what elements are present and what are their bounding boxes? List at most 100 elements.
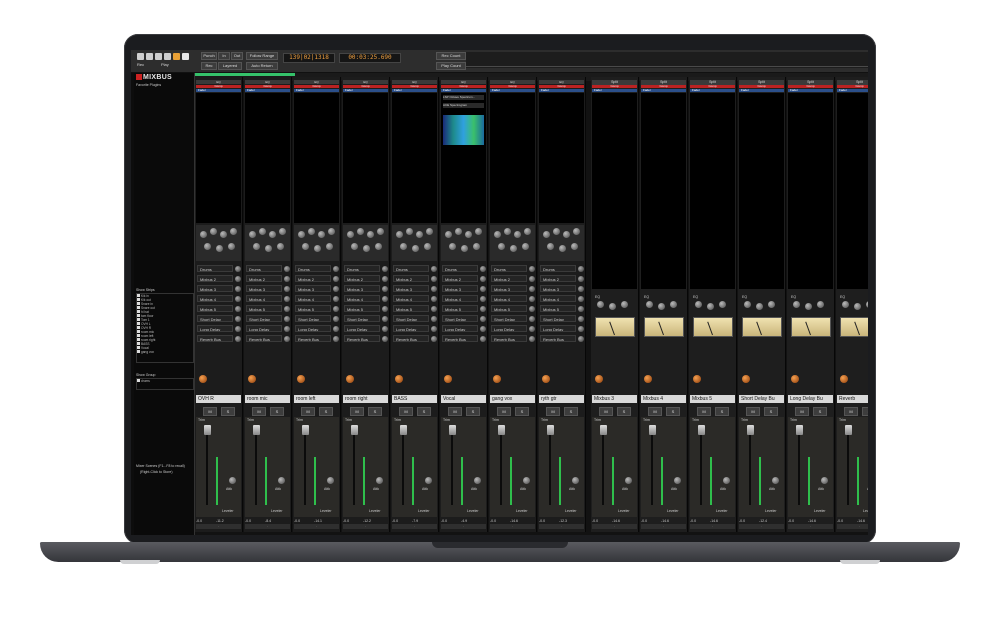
plugin-box[interactable]	[294, 93, 339, 223]
fader-plugin[interactable]: Fader	[641, 89, 686, 92]
send-level-knob[interactable]	[284, 286, 290, 292]
fader-cap[interactable]	[845, 425, 852, 435]
automation-button[interactable]: ·	[592, 524, 637, 529]
send-level-knob[interactable]	[382, 286, 388, 292]
bus-eq-knob[interactable]	[597, 301, 604, 308]
send-button[interactable]: Reverb Bus	[491, 335, 527, 342]
mute-button[interactable]: M	[546, 407, 560, 416]
eq-knob[interactable]	[318, 231, 325, 238]
solo-button[interactable]: S	[466, 407, 480, 416]
zoom-tool-icon[interactable]	[164, 53, 171, 60]
pan-knob[interactable]	[346, 375, 354, 383]
gain-knob[interactable]	[821, 477, 828, 484]
eq-knob[interactable]	[465, 231, 472, 238]
send-level-knob[interactable]	[382, 296, 388, 302]
bus-eq-knob[interactable]	[768, 301, 775, 308]
send-level-knob[interactable]	[333, 306, 339, 312]
send-button[interactable]: Mixbus 2	[197, 275, 233, 282]
send-button[interactable]: Mixbus 3	[197, 285, 233, 292]
send-level-knob[interactable]	[431, 276, 437, 282]
eq-knob[interactable]	[351, 243, 358, 250]
send-level-knob[interactable]	[431, 266, 437, 272]
fader-plugin[interactable]: Fader	[343, 89, 388, 92]
checkbox[interactable]	[137, 338, 140, 341]
bus-eq-knob[interactable]	[695, 301, 702, 308]
send-level-knob[interactable]	[235, 316, 241, 322]
plugin-box[interactable]	[641, 93, 686, 289]
eq-knob[interactable]	[563, 231, 570, 238]
plugin-slot-spectrum[interactable]: LSP Octave Spectrum...	[443, 95, 484, 100]
eq-knob[interactable]	[514, 231, 521, 238]
bus-eq-knob[interactable]	[707, 303, 714, 310]
cut-tool-icon[interactable]	[155, 53, 162, 60]
send-button[interactable]: Mixbus 5	[393, 305, 429, 312]
send-button[interactable]: Long Delay	[491, 325, 527, 332]
solo-button[interactable]: S	[368, 407, 382, 416]
send-button[interactable]: Mixbus 2	[344, 275, 380, 282]
eq-knob[interactable]	[377, 228, 384, 235]
drive-knob[interactable]	[742, 375, 750, 383]
checkbox[interactable]	[137, 326, 140, 329]
channel-name[interactable]: room right	[343, 395, 388, 403]
send-button[interactable]: Reverb Bus	[540, 335, 576, 342]
bus-eq-knob[interactable]	[670, 301, 677, 308]
solo-button[interactable]: S	[862, 407, 868, 416]
send-level-knob[interactable]	[333, 336, 339, 342]
fader-cap[interactable]	[796, 425, 803, 435]
bus-name[interactable]: Mixbus 5	[690, 395, 735, 403]
send-level-knob[interactable]	[480, 306, 486, 312]
send-button[interactable]: Mixbus 5	[197, 305, 233, 312]
eq-knob[interactable]	[265, 245, 272, 252]
eq-knob[interactable]	[473, 243, 480, 250]
send-level-knob[interactable]	[382, 326, 388, 332]
range-tool-icon[interactable]	[146, 53, 153, 60]
eq-knob[interactable]	[259, 228, 266, 235]
plugin-box[interactable]	[392, 93, 437, 223]
fader-cap[interactable]	[547, 425, 554, 435]
automation-button[interactable]: ·	[690, 524, 735, 529]
send-button[interactable]: Long Delay	[344, 325, 380, 332]
send-button[interactable]: Long Delay	[442, 325, 478, 332]
plugin-box[interactable]	[343, 93, 388, 223]
solo-button[interactable]: S	[715, 407, 729, 416]
send-level-knob[interactable]	[235, 286, 241, 292]
checkbox[interactable]	[137, 306, 140, 309]
send-level-knob[interactable]	[529, 296, 535, 302]
eq-knob[interactable]	[279, 228, 286, 235]
layered-button[interactable]: Layered	[218, 62, 242, 70]
send-button[interactable]: Mixbus 3	[295, 285, 331, 292]
send-level-knob[interactable]	[284, 276, 290, 282]
gain-knob[interactable]	[723, 477, 730, 484]
send-button[interactable]: Long Delay	[197, 325, 233, 332]
eq-knob[interactable]	[475, 228, 482, 235]
send-button[interactable]: Drums	[197, 265, 233, 272]
gain-knob[interactable]	[229, 477, 236, 484]
send-button[interactable]: Drums	[442, 265, 478, 272]
fader-cap[interactable]	[649, 425, 656, 435]
send-button[interactable]: Reverb Bus	[344, 335, 380, 342]
eq-knob[interactable]	[498, 243, 505, 250]
eq-knob[interactable]	[571, 243, 578, 250]
bus-eq-knob[interactable]	[805, 303, 812, 310]
eq-knob[interactable]	[302, 243, 309, 250]
fader-plugin[interactable]: Fader	[196, 89, 241, 92]
send-level-knob[interactable]	[480, 336, 486, 342]
eq-knob[interactable]	[424, 243, 431, 250]
bus-name[interactable]: Mixbus 4	[641, 395, 686, 403]
eq-knob[interactable]	[308, 228, 315, 235]
fader-cap[interactable]	[351, 425, 358, 435]
mute-button[interactable]: M	[844, 407, 858, 416]
bus-eq-knob[interactable]	[866, 301, 868, 308]
eq-knob[interactable]	[547, 243, 554, 250]
gain-knob[interactable]	[523, 477, 530, 484]
eq-knob[interactable]	[445, 231, 452, 238]
plugin-box[interactable]: LSP Octave Spectrum... ACE Spectrogram	[441, 93, 486, 223]
send-level-knob[interactable]	[333, 326, 339, 332]
mute-button[interactable]: M	[301, 407, 315, 416]
send-button[interactable]: Long Delay	[246, 325, 282, 332]
fader-plugin[interactable]: Fader	[690, 89, 735, 92]
checkbox[interactable]	[137, 294, 140, 297]
eq-knob[interactable]	[400, 243, 407, 250]
plugin-box[interactable]	[690, 93, 735, 289]
solo-button[interactable]: S	[764, 407, 778, 416]
